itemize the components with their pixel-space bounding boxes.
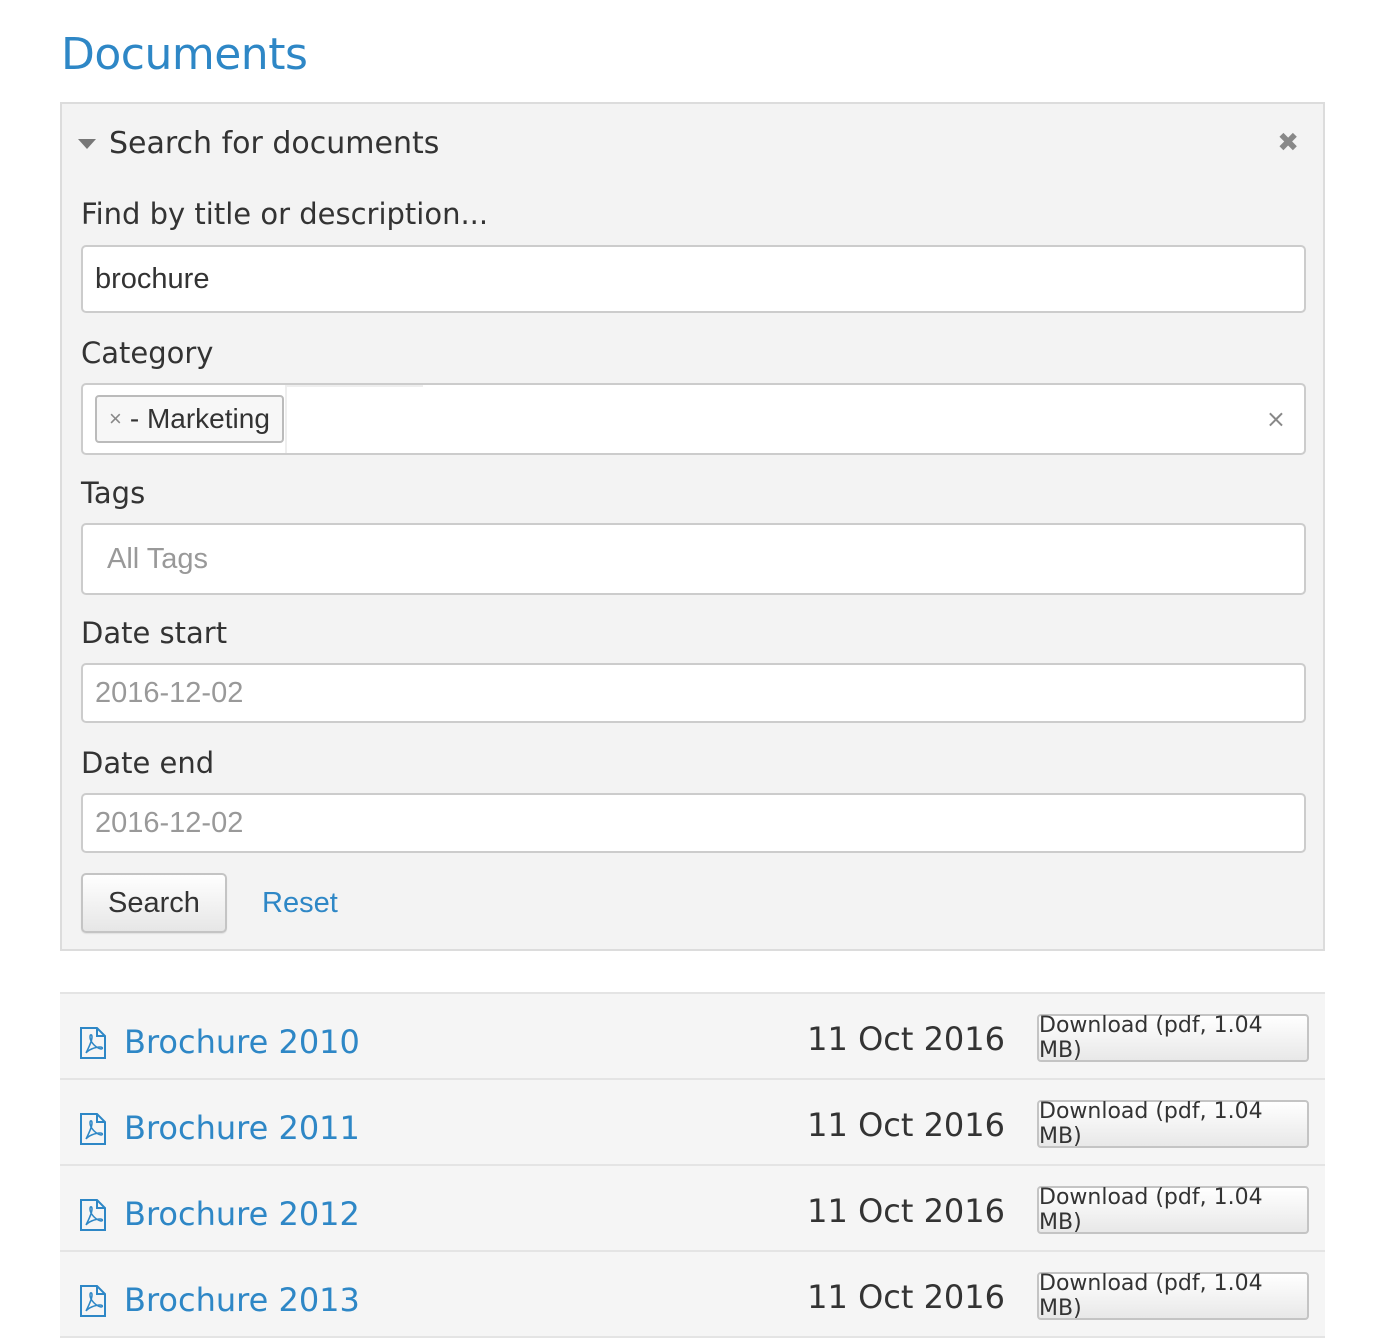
date-start-placeholder: 2016-12-02 xyxy=(95,676,244,709)
document-date: 11 Oct 2016 xyxy=(807,1278,1005,1316)
search-button[interactable]: Search xyxy=(81,873,227,933)
date-end-placeholder: 2016-12-02 xyxy=(95,806,244,839)
date-start-input[interactable]: 2016-12-02 xyxy=(81,663,1306,723)
download-button[interactable]: Download (pdf, 1.04 MB) xyxy=(1037,1271,1309,1321)
title-search-input[interactable]: brochure xyxy=(81,245,1306,313)
pdf-icon xyxy=(80,1199,106,1231)
pdf-icon xyxy=(80,1113,106,1145)
clear-icon[interactable]: × xyxy=(1266,405,1286,433)
category-label: Category xyxy=(81,336,214,370)
results-list: Brochure 2010 11 Oct 2016 Download (pdf,… xyxy=(60,992,1325,1338)
category-select[interactable]: × - Marketing × xyxy=(81,383,1306,455)
document-title-link[interactable]: Brochure 2012 xyxy=(124,1193,360,1235)
pdf-icon xyxy=(80,1027,106,1059)
document-title-link[interactable]: Brochure 2013 xyxy=(124,1279,360,1321)
result-row: Brochure 2013 11 Oct 2016 Download (pdf,… xyxy=(60,1252,1325,1338)
category-chip-label: - Marketing xyxy=(129,403,270,434)
result-row: Brochure 2011 11 Oct 2016 Download (pdf,… xyxy=(60,1080,1325,1166)
document-date: 11 Oct 2016 xyxy=(807,1020,1005,1058)
search-panel-title[interactable]: Search for documents xyxy=(109,124,439,164)
date-end-label: Date end xyxy=(81,746,215,780)
result-row: Brochure 2012 11 Oct 2016 Download (pdf,… xyxy=(60,1166,1325,1252)
search-panel: Search for documents ✖ Find by title or … xyxy=(60,102,1325,951)
category-search-input[interactable] xyxy=(285,385,423,453)
tags-placeholder: All Tags xyxy=(107,542,209,575)
search-panel-header[interactable]: Search for documents ✖ xyxy=(62,104,1323,186)
chip-remove-icon[interactable]: × xyxy=(109,397,122,441)
pdf-icon xyxy=(80,1285,106,1317)
page-title: Documents xyxy=(61,29,308,80)
result-row: Brochure 2010 11 Oct 2016 Download (pdf,… xyxy=(60,994,1325,1080)
date-start-label: Date start xyxy=(81,616,228,650)
reset-link[interactable]: Reset xyxy=(262,883,338,923)
document-title-link[interactable]: Brochure 2011 xyxy=(124,1107,360,1149)
category-chip: × - Marketing xyxy=(95,395,284,443)
download-button[interactable]: Download (pdf, 1.04 MB) xyxy=(1037,1013,1309,1063)
download-button[interactable]: Download (pdf, 1.04 MB) xyxy=(1037,1185,1309,1235)
date-end-input[interactable]: 2016-12-02 xyxy=(81,793,1306,853)
title-search-input-value: brochure xyxy=(95,262,210,295)
tags-label: Tags xyxy=(81,476,146,510)
document-title-link[interactable]: Brochure 2010 xyxy=(124,1021,360,1063)
download-button[interactable]: Download (pdf, 1.04 MB) xyxy=(1037,1099,1309,1149)
close-icon[interactable]: ✖ xyxy=(1277,128,1299,158)
document-date: 11 Oct 2016 xyxy=(807,1192,1005,1230)
title-field-label: Find by title or description... xyxy=(81,197,489,231)
document-date: 11 Oct 2016 xyxy=(807,1106,1005,1144)
tags-input[interactable]: All Tags xyxy=(81,523,1306,595)
caret-down-icon[interactable] xyxy=(78,139,96,149)
